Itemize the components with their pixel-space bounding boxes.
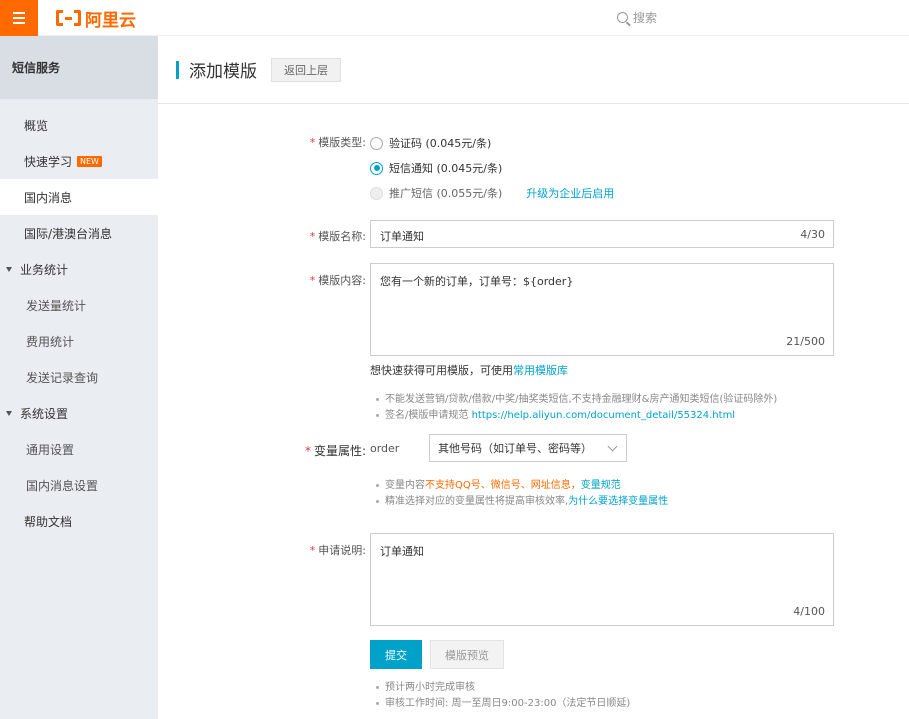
content-label: * 模版内容:: [309, 274, 366, 287]
radio-promotion: 推广短信 (0.055元/条) 升级为企业后启用: [370, 185, 614, 201]
sidebar-item-help[interactable]: 帮助文档: [0, 503, 158, 539]
review-note-2: 审核工作时间: 周一至周日9:00-23:00（法定节日顺延): [376, 694, 630, 709]
library-hint: 想快速获得可用模版，可使用常用模版库: [370, 364, 568, 377]
aliyun-logo[interactable]: 阿里云: [56, 7, 136, 31]
var-name: order: [370, 442, 400, 455]
title-bar: 添加模版 返回上层: [158, 36, 909, 104]
rule-hint-1: 不能发送营销/贷款/借款/中奖/抽奖类短信,不支持金融理财&房产通知类短信(验证…: [376, 390, 777, 405]
logo-text: 阿里云: [85, 10, 136, 31]
chevron-down-icon: [607, 441, 618, 452]
rule-hint-2: 签名/模版申请规范 https://help.aliyun.com/docume…: [376, 406, 735, 421]
template-name-input[interactable]: 订单通知 4/30: [370, 220, 834, 248]
sidebar: 短信服务 概览 快速学习 NEW 国内消息 国际/港澳台消息 业务统计 发送量统计…: [0, 36, 158, 719]
sidebar-item-quick-learn[interactable]: 快速学习 NEW: [0, 143, 158, 179]
submit-button[interactable]: 提交: [370, 640, 422, 669]
template-content-textarea[interactable]: 您有一个新的订单，订单号：${order} 21/500: [370, 263, 834, 356]
remark-char-count: 4/100: [793, 605, 825, 618]
back-button[interactable]: 返回上层: [271, 57, 341, 82]
sidebar-item-cost-stats[interactable]: 费用统计: [0, 323, 158, 359]
type-label: * 模版类型:: [309, 136, 366, 149]
search-placeholder: 搜索: [633, 11, 658, 25]
why-var-link[interactable]: 为什么要选择变量属性: [568, 496, 668, 507]
sidebar-title: 短信服务: [0, 36, 158, 99]
radio-verification[interactable]: 验证码 (0.045元/条): [370, 135, 491, 151]
preview-button[interactable]: 模版预览: [430, 640, 504, 669]
sidebar-item-domestic[interactable]: 国内消息: [0, 179, 158, 215]
aliyun-logo-icon: [56, 10, 81, 26]
title-accent: [176, 60, 179, 79]
var-spec-link[interactable]: 变量规范: [581, 480, 621, 491]
sidebar-item-send-records[interactable]: 发送记录查询: [0, 359, 158, 395]
sidebar-group-statistics[interactable]: 业务统计: [0, 251, 158, 287]
search-box[interactable]: 搜索: [617, 9, 657, 26]
radio-checked-icon: [370, 161, 383, 175]
sidebar-item-domestic-settings[interactable]: 国内消息设置: [0, 467, 158, 503]
upgrade-link[interactable]: 升级为企业后启用: [526, 185, 614, 201]
search-icon: [617, 12, 628, 23]
top-navbar: 阿里云 搜索: [0, 0, 909, 36]
content-char-count: 21/500: [786, 335, 825, 348]
var-attribute-select[interactable]: 其他号码（如订单号、密码等）: [429, 434, 627, 462]
sidebar-item-send-stats[interactable]: 发送量统计: [0, 287, 158, 323]
var-hint-1: 变量内容不支持QQ号、微信号、网址信息，变量规范: [376, 476, 621, 491]
var-label: * 变量属性:: [304, 444, 366, 458]
remark-label: * 申请说明:: [309, 544, 366, 557]
name-char-count: 4/30: [800, 228, 825, 241]
library-link[interactable]: 常用模版库: [513, 364, 568, 377]
caret-down-icon: [6, 410, 12, 416]
radio-icon: [370, 136, 383, 150]
menu-icon[interactable]: [0, 0, 38, 36]
var-hint-2: 精准选择对应的变量属性将提高审核效率,为什么要选择变量属性: [376, 492, 668, 507]
caret-down-icon: [6, 266, 12, 272]
sidebar-item-international[interactable]: 国际/港澳台消息: [0, 215, 158, 251]
remark-textarea[interactable]: 订单通知 4/100: [370, 533, 834, 626]
page-title: 添加模版: [189, 62, 257, 82]
new-badge: NEW: [77, 155, 102, 167]
sidebar-nav: 概览 快速学习 NEW 国内消息 国际/港澳台消息 业务统计 发送量统计 费用统计…: [0, 99, 158, 539]
radio-disabled-icon: [370, 186, 383, 200]
spec-link[interactable]: https://help.aliyun.com/document_detail/…: [472, 410, 736, 421]
radio-notification[interactable]: 短信通知 (0.045元/条): [370, 160, 502, 176]
review-note-1: 预计两小时完成审核: [376, 678, 475, 693]
sidebar-item-overview[interactable]: 概览: [0, 107, 158, 143]
name-label: * 模版名称:: [309, 230, 366, 243]
main-content: 添加模版 返回上层 * 模版类型: 验证码 (0.045元/条) 短信通知 (0.…: [158, 36, 909, 719]
sidebar-group-settings[interactable]: 系统设置: [0, 395, 158, 431]
sidebar-item-general-settings[interactable]: 通用设置: [0, 431, 158, 467]
